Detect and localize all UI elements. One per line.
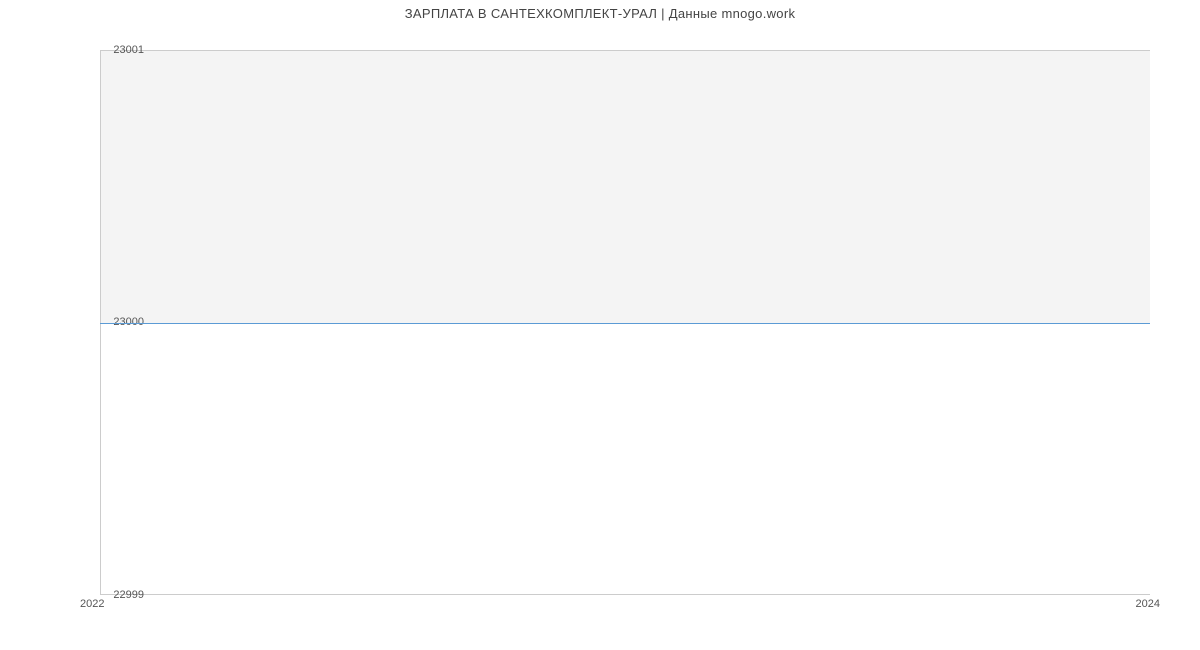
chart-plot-area [100,50,1150,595]
plot-band-upper [100,50,1150,323]
plot-band-lower [100,323,1150,596]
x-axis-tick-right: 2024 [1136,598,1160,610]
x-axis-tick-left: 2022 [80,598,104,610]
chart-title: ЗАРПЛАТА В САНТЕХКОМПЛЕКТ-УРАЛ | Данные … [0,0,1200,27]
y-axis-tick-top: 23001 [100,44,144,56]
data-line [100,323,1150,324]
y-axis-tick-bottom: 22999 [100,589,144,601]
